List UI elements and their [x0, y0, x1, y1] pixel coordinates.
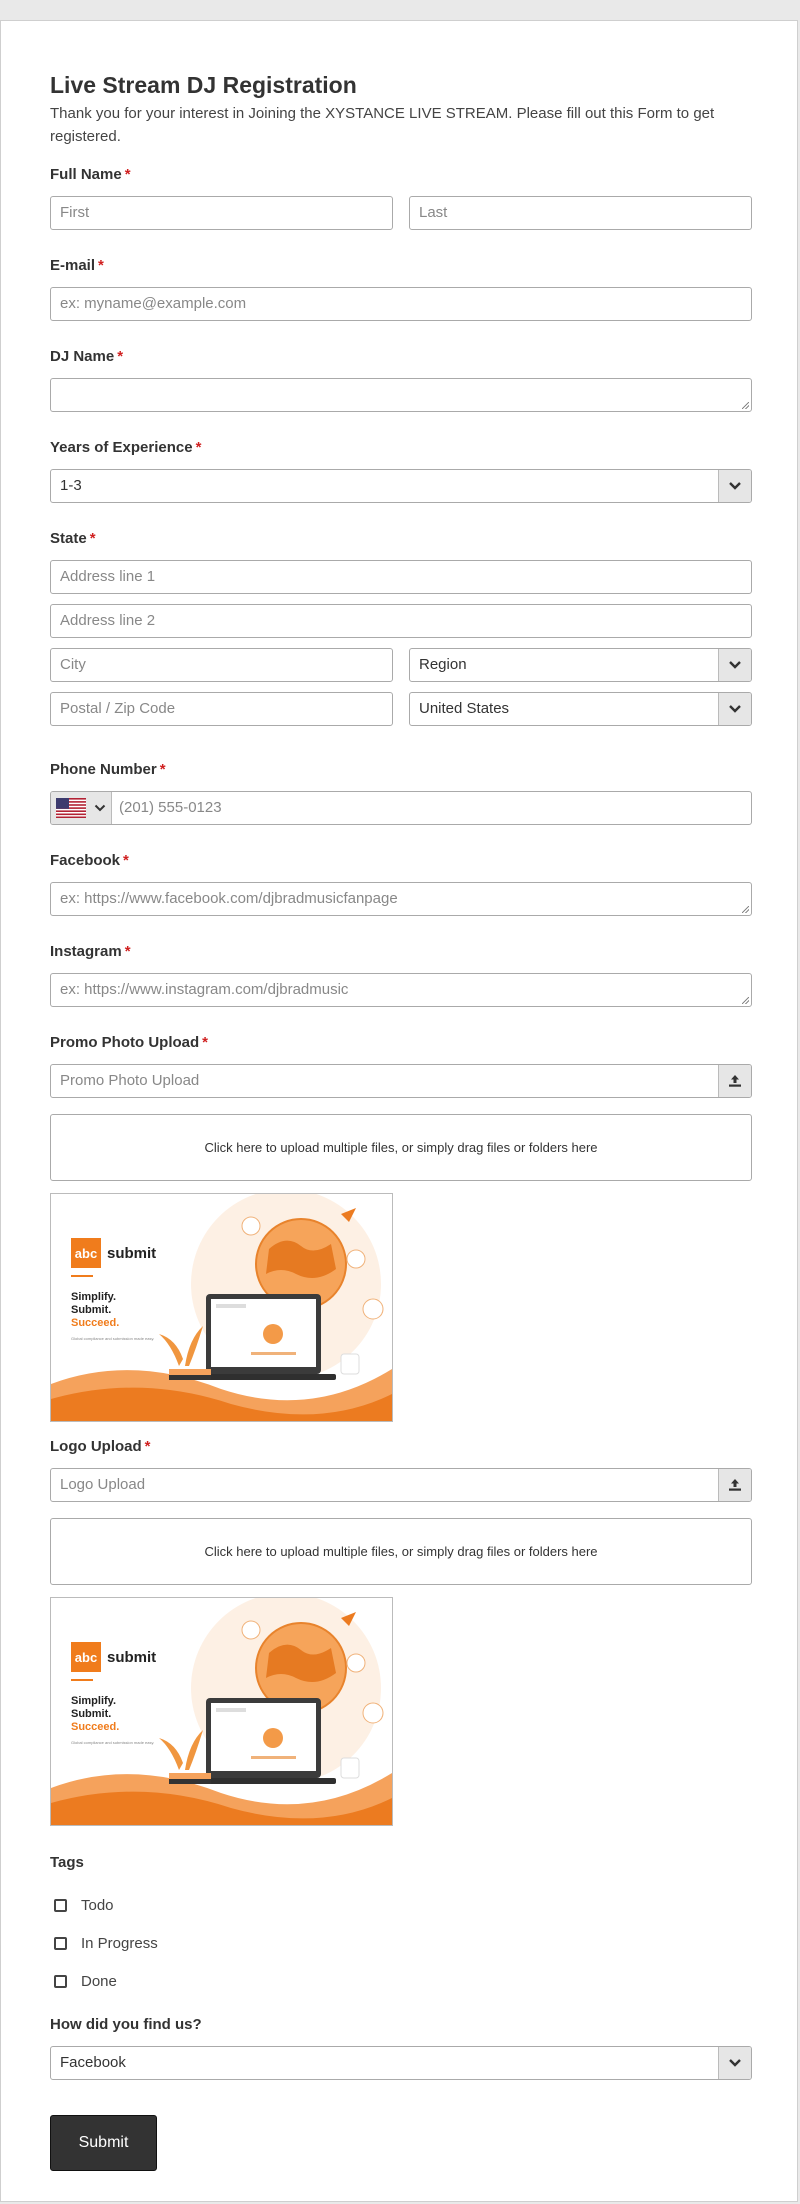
tag-option-todo[interactable]: Todo: [50, 1893, 114, 1917]
us-flag-icon: [56, 798, 86, 818]
preview-line-1: Simplify.: [71, 1291, 116, 1303]
promo-upload-input[interactable]: Promo Photo Upload: [50, 1064, 752, 1098]
source-select[interactable]: Facebook: [50, 2046, 752, 2080]
logo-upload-input[interactable]: Logo Upload: [50, 1468, 752, 1502]
checkbox[interactable]: [54, 1898, 67, 1912]
country-select[interactable]: United States: [409, 692, 752, 726]
dj-name-label: DJ Name *: [50, 348, 124, 365]
email-field[interactable]: ex: myname@example.com: [50, 287, 752, 321]
chevron-down-icon: [718, 693, 751, 725]
full-name-label: Full Name *: [50, 166, 131, 183]
tag-option-done[interactable]: Done: [50, 1969, 117, 1993]
checkbox[interactable]: [54, 1936, 67, 1950]
preview-line-2: Submit.: [71, 1304, 111, 1316]
email-label: E-mail *: [50, 257, 104, 274]
experience-label: Years of Experience *: [50, 439, 202, 456]
address-line1-input[interactable]: Address line 1: [50, 560, 752, 594]
preview-brand-badge: abc: [75, 1650, 97, 1665]
chevron-down-icon: [718, 2047, 751, 2079]
upload-icon[interactable]: [718, 1065, 751, 1097]
tag-option-in-progress[interactable]: In Progress: [50, 1931, 158, 1955]
city-input[interactable]: City: [50, 648, 393, 682]
phone-input[interactable]: (201) 555-0123: [50, 791, 752, 825]
instagram-label: Instagram *: [50, 943, 131, 960]
chevron-down-icon: [94, 804, 106, 812]
facebook-textarea[interactable]: ex: https://www.facebook.com/djbradmusic…: [50, 882, 752, 916]
instagram-textarea[interactable]: ex: https://www.instagram.com/djbradmusi…: [50, 973, 752, 1007]
promo-dropzone[interactable]: Click here to upload multiple files, or …: [50, 1114, 752, 1181]
preview-line-3: Succeed.: [71, 1317, 119, 1329]
logo-preview-image: abc submit Simplify. Submit. Succeed. Gl…: [50, 1597, 393, 1826]
last-name-input[interactable]: Last: [409, 196, 752, 230]
first-name-input[interactable]: First: [50, 196, 393, 230]
chevron-down-icon: [718, 649, 751, 681]
preview-line-1: Simplify.: [71, 1695, 116, 1707]
logo-dropzone[interactable]: Click here to upload multiple files, or …: [50, 1518, 752, 1585]
promo-upload-label: Promo Photo Upload *: [50, 1034, 209, 1051]
preview-line-2: Submit.: [71, 1708, 111, 1720]
submit-button[interactable]: Submit: [50, 2115, 157, 2171]
preview-brand-name: submit: [107, 1649, 156, 1666]
form-title: Live Stream DJ Registration: [50, 72, 357, 98]
preview-tagline: Global compliance and submission made ea…: [71, 1740, 154, 1745]
form-description: Thank you for your interest in Joining t…: [50, 105, 715, 145]
logo-upload-label: Logo Upload *: [50, 1438, 151, 1455]
tags-label: Tags: [50, 1854, 84, 1871]
phone-label: Phone Number *: [50, 761, 166, 778]
preview-line-3: Succeed.: [71, 1721, 119, 1733]
promo-preview-image: abc submit Simplify. Submit. Succeed. Gl…: [50, 1193, 393, 1422]
country-code-dropdown[interactable]: [51, 792, 112, 824]
state-label: State *: [50, 530, 96, 547]
upload-icon[interactable]: [718, 1469, 751, 1501]
checkbox[interactable]: [54, 1974, 67, 1988]
experience-select[interactable]: 1-3: [50, 469, 752, 503]
source-label: How did you find us?: [50, 2016, 202, 2033]
form-card: Live Stream DJ Registration Thank you fo…: [0, 20, 798, 2202]
region-select[interactable]: Region: [409, 648, 752, 682]
postal-code-input[interactable]: Postal / Zip Code: [50, 692, 393, 726]
chevron-down-icon: [718, 470, 751, 502]
preview-brand-name: submit: [107, 1245, 156, 1262]
dj-name-textarea[interactable]: [50, 378, 752, 412]
address-line2-input[interactable]: Address line 2: [50, 604, 752, 638]
preview-brand-badge: abc: [75, 1246, 97, 1261]
facebook-label: Facebook *: [50, 852, 129, 869]
preview-tagline: Global compliance and submission made ea…: [71, 1336, 154, 1341]
